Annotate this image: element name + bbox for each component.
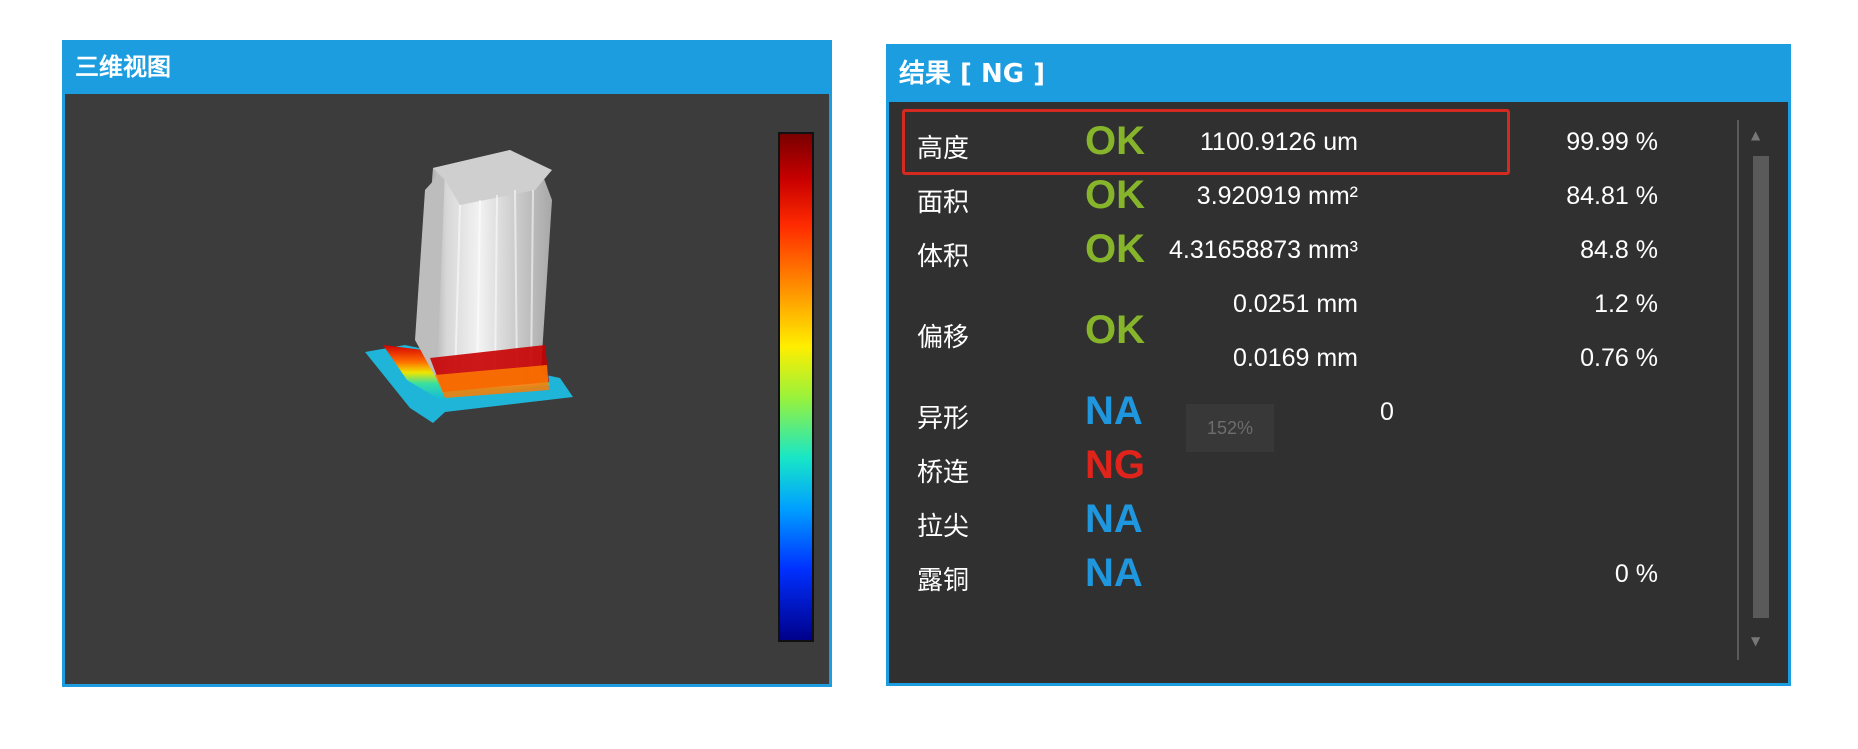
row-label-height: 高度 xyxy=(917,134,970,164)
row-value-volume: 4.31658873 mm³ xyxy=(1168,236,1358,264)
row-status-spike: NA xyxy=(1085,497,1143,541)
3d-pillar-render[interactable] xyxy=(65,40,835,687)
result-panel: 结果 [ NG ] 高度 OK 1100.9126 um 99.99 % 面积 … xyxy=(886,44,1791,686)
scroll-divider xyxy=(1737,120,1739,660)
row-pct-area: 84.81 % xyxy=(1566,182,1658,210)
row-label-bridge: 桥连 xyxy=(917,458,970,488)
row-label-area: 面积 xyxy=(917,188,970,218)
row-status-bridge: NG xyxy=(1085,443,1145,487)
row-label-spike: 拉尖 xyxy=(917,512,970,542)
scrollbar-thumb[interactable] xyxy=(1753,156,1769,618)
row-value-offset-x: 0.0251 mm xyxy=(1232,290,1358,318)
row-status-volume: OK xyxy=(1085,227,1145,271)
result-title: 结果 [ NG ] xyxy=(889,44,1788,102)
row-status-area: OK xyxy=(1085,173,1145,217)
zoom-tooltip: 152% xyxy=(1186,404,1274,452)
row-pct-offset-x: 1.2 % xyxy=(1594,290,1658,318)
3d-view-panel: 三维视图 xyxy=(62,40,832,687)
row-value-offset-y: 0.0169 mm xyxy=(1232,344,1358,372)
color-scale-bar xyxy=(778,132,814,642)
row-status-exposed-copper: NA xyxy=(1085,551,1143,595)
scroll-up-arrow-icon[interactable]: ▲ xyxy=(1751,128,1760,142)
row-value-area: 3.920919 mm² xyxy=(1196,182,1358,210)
row-status-offset: OK xyxy=(1085,308,1145,352)
row-label-volume: 体积 xyxy=(917,242,970,272)
row-value-abnormal-shape: 0 xyxy=(1380,398,1394,426)
row-label-abnormal-shape: 异形 xyxy=(917,404,970,434)
row-pct-offset-y: 0.76 % xyxy=(1580,344,1658,372)
row-pct-height: 99.99 % xyxy=(1566,128,1658,156)
row-value-height: 1100.9126 um xyxy=(1200,128,1358,156)
row-label-exposed-copper: 露铜 xyxy=(917,566,970,596)
row-label-offset: 偏移 xyxy=(917,323,970,353)
row-pct-exposed-copper: 0 % xyxy=(1614,560,1658,588)
scroll-down-arrow-icon[interactable]: ▼ xyxy=(1751,634,1760,648)
row-pct-volume: 84.8 % xyxy=(1580,236,1658,264)
row-status-abnormal-shape: NA xyxy=(1085,389,1143,433)
row-status-height: OK xyxy=(1085,119,1145,163)
